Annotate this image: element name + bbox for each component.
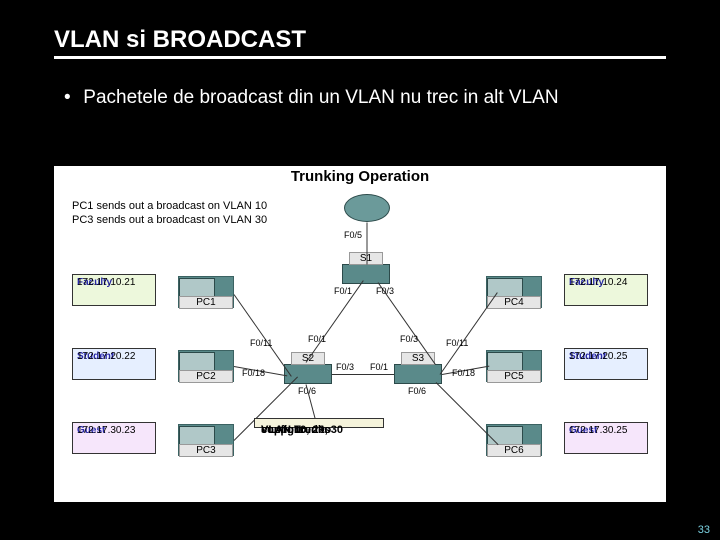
link-router-s1 [367, 223, 368, 265]
port-s2-f011: F0/11 [250, 338, 272, 348]
host-faculty-left: Faculty 172.17.10.21 [72, 274, 156, 306]
pc2-label: PC2 [179, 370, 233, 383]
bullet-text: Pachetele de broadcast din un VLAN nu tr… [83, 87, 558, 108]
host-faculty-left-ip: 172.17.10.21 [77, 277, 135, 289]
link-s2-s3 [332, 374, 394, 375]
link-pc1-s2 [234, 294, 292, 376]
pc6-label: PC6 [487, 444, 541, 457]
host-guest-left-ip: 172.17.30.23 [77, 425, 135, 437]
port-s2-f03: F0/3 [336, 362, 354, 372]
host-guest-right: Guest 172.17.30.25 [564, 422, 648, 454]
router-icon [344, 194, 390, 222]
page-number: 33 [698, 524, 710, 536]
host-student-right-ip: 172.17.20.25 [569, 351, 627, 363]
link-pc6-s3 [436, 382, 499, 445]
pc2-icon: PC2 [178, 350, 234, 382]
bullet-line: • Pachetele de broadcast din un VLAN nu … [64, 86, 559, 110]
pc5-icon: PC5 [486, 350, 542, 382]
pc5-label: PC5 [487, 370, 541, 383]
port-s1-f03: F0/3 [376, 286, 394, 296]
port-s3-f01: F0/1 [370, 362, 388, 372]
host-student-right: Student 172.17.20.25 [564, 348, 648, 380]
host-faculty-right-ip: 172.17.10.24 [569, 277, 627, 289]
slide-title: VLAN si BROADCAST [54, 26, 306, 54]
slide: VLAN si BROADCAST • Pachetele de broadca… [0, 0, 720, 540]
port-s3-f018: F0/18 [452, 368, 475, 378]
pc1-icon: PC1 [178, 276, 234, 308]
host-faculty-right: Faculty 172.17.10.24 [564, 274, 648, 306]
trunk-note: VLAN Trunks configured to support: VLAN … [254, 418, 384, 428]
diagram-title: Trunking Operation [54, 168, 666, 185]
port-f05: F0/5 [344, 230, 362, 240]
port-s2-f01-up: F0/1 [308, 334, 326, 344]
port-s1-f01: F0/1 [334, 286, 352, 296]
host-student-left: Student 172.17.20.22 [72, 348, 156, 380]
switch-s3-icon: S3 [394, 364, 442, 384]
title-underline [54, 56, 666, 59]
trunk-note-l4: VLAN 10, 20, 30 [261, 423, 343, 438]
corner-tab [580, 0, 720, 36]
port-s3-f06: F0/6 [408, 386, 426, 396]
pc1-label: PC1 [179, 296, 233, 309]
port-s3-f03-up: F0/3 [400, 334, 418, 344]
pc3-label: PC3 [179, 444, 233, 457]
diagram-canvas: Trunking Operation PC1 sends out a broad… [54, 166, 666, 502]
caption-line-1: PC1 sends out a broadcast on VLAN 10 [72, 200, 267, 212]
bullet-dot: • [64, 86, 78, 110]
pc4-label: PC4 [487, 296, 541, 309]
port-s3-f011: F0/11 [446, 338, 468, 348]
host-guest-right-ip: 172.17.30.25 [569, 425, 627, 437]
pc4-icon: PC4 [486, 276, 542, 308]
pc3-icon: PC3 [178, 424, 234, 456]
host-student-left-ip: 172.17.20.22 [77, 351, 135, 363]
switch-s1-icon: S1 [342, 264, 390, 284]
host-guest-left: Guest 172.17.30.23 [72, 422, 156, 454]
caption-line-2: PC3 sends out a broadcast on VLAN 30 [72, 214, 267, 226]
port-s2-f018: F0/18 [242, 368, 265, 378]
